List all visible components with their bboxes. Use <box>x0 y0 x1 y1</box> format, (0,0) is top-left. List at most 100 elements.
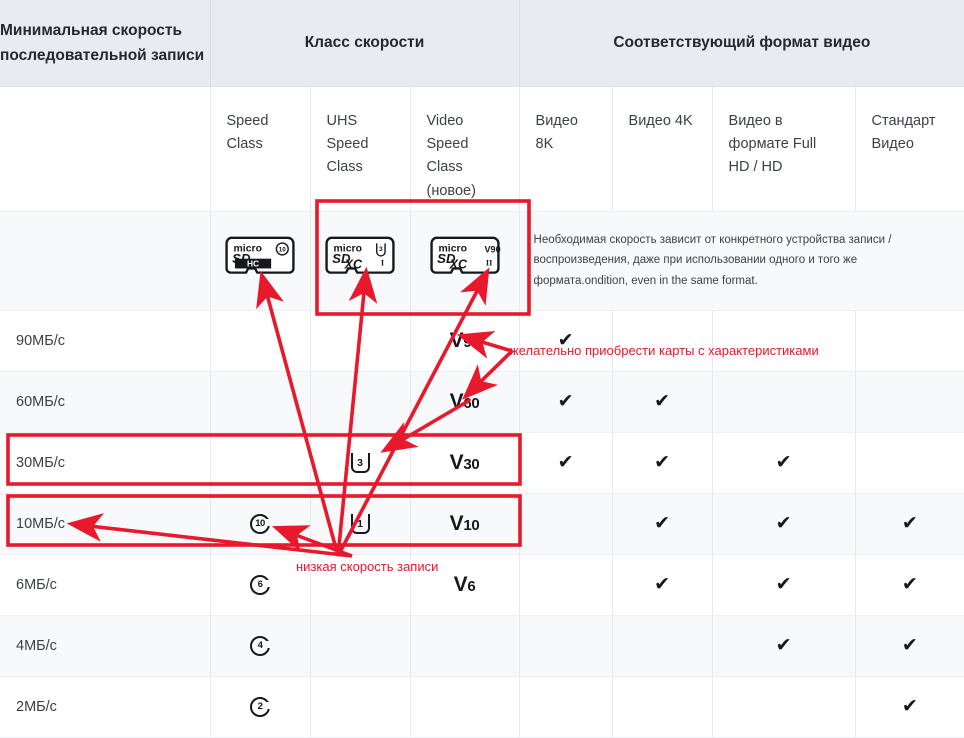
row-video-8k <box>519 493 613 555</box>
column-header-speed-class: Speed Class <box>210 86 311 212</box>
column-header-video-fullhd: Видео в формате Full HD / HD <box>712 86 856 212</box>
speed-class-number: 10 <box>255 517 265 529</box>
row-speed-class: 10 <box>210 493 311 555</box>
row-video-standard <box>855 310 964 372</box>
uhs-speed-class-badge-1: 1 <box>350 513 370 534</box>
row-video-fullhd: ✔ <box>712 432 856 494</box>
row-min-write-speed: 4МБ/с <box>0 615 211 677</box>
card-cell-speed-class: micro SD HC 10 <box>210 211 311 311</box>
row-video-fullhd: ✔ <box>712 493 856 555</box>
row-video-standard: ✔ <box>855 554 964 616</box>
table-group-header-row: Минимальная скорость последовательной за… <box>0 0 964 87</box>
table-row: 6МБ/с 6 V6 ✔ ✔ ✔ <box>0 554 964 616</box>
check-icon: ✔ <box>775 635 792 656</box>
table-row: 60МБ/с V60 ✔ ✔ <box>0 371 964 433</box>
check-icon: ✔ <box>901 574 918 595</box>
row-video-4k <box>612 310 713 372</box>
video-class-v-letter: V <box>449 329 464 352</box>
row-video-standard <box>855 371 964 433</box>
card-row-blank <box>0 211 211 311</box>
speed-class-badge-2: 2 <box>250 696 271 717</box>
row-video-4k: ✔ <box>612 432 713 494</box>
column-header-video-4k: Видео 4K <box>612 86 713 212</box>
group-header-video-format: Соответствующий формат видео <box>519 0 964 87</box>
video-class-number: 6 <box>467 578 476 595</box>
video-speed-class-badge-V90: V90 <box>450 330 480 351</box>
check-icon: ✔ <box>557 330 574 351</box>
row-video-4k <box>612 676 713 738</box>
row-video-standard <box>855 432 964 494</box>
table-row: 10МБ/с 10 1 V10 ✔ ✔ ✔ <box>0 493 964 555</box>
check-icon: ✔ <box>901 696 918 717</box>
row-min-write-speed: 60МБ/с <box>0 371 211 433</box>
video-class-v-letter: V <box>449 451 464 474</box>
video-class-number: 90 <box>463 334 480 351</box>
row-video-speed-class <box>410 615 520 677</box>
speed-class-table-page: Минимальная скорость последовательной за… <box>0 0 964 738</box>
row-video-speed-class: V30 <box>410 432 520 494</box>
microsd-xc-v90-card: micro SD XC V90 II <box>426 230 504 286</box>
svg-text:HC: HC <box>247 259 259 269</box>
check-icon: ✔ <box>654 391 670 412</box>
video-speed-class-badge-V10: V10 <box>450 513 480 534</box>
microsd-card-graphic: microSDHC10 <box>225 236 295 274</box>
row-uhs-speed-class <box>310 676 411 738</box>
row-video-standard: ✔ <box>855 615 964 677</box>
svg-text:II: II <box>485 259 492 268</box>
video-class-number: 60 <box>463 395 480 412</box>
row-video-8k: ✔ <box>519 371 613 433</box>
row-min-write-speed: 6МБ/с <box>0 554 211 616</box>
sd-speed-class-table: Минимальная скорость последовательной за… <box>0 0 964 738</box>
speed-class-badge-6: 6 <box>250 574 271 595</box>
row-video-standard: ✔ <box>855 676 964 738</box>
row-video-speed-class <box>410 676 520 738</box>
row-uhs-speed-class: 1 <box>310 493 411 555</box>
row-video-4k: ✔ <box>612 554 713 616</box>
row-speed-class <box>210 310 311 372</box>
column-header-video-speed-class: Video Speed Class (новое) <box>410 86 520 212</box>
table-row: 4МБ/с 4 ✔ ✔ <box>0 615 964 677</box>
row-video-speed-class: V6 <box>410 554 520 616</box>
row-speed-class <box>210 432 311 494</box>
row-uhs-speed-class <box>310 371 411 433</box>
row-speed-class: 4 <box>210 615 311 677</box>
card-cell-uhs-class: micro SD XC 3 I <box>310 211 411 311</box>
check-icon: ✔ <box>557 391 574 412</box>
row-video-fullhd: ✔ <box>712 615 856 677</box>
svg-text:XC: XC <box>344 257 363 271</box>
svg-text:XC: XC <box>448 257 467 271</box>
table-row: 30МБ/с 3 V30 ✔ ✔ ✔ <box>0 432 964 494</box>
video-speed-class-badge-V6: V6 <box>454 574 476 595</box>
row-video-speed-class: V60 <box>410 371 520 433</box>
check-icon: ✔ <box>775 574 792 595</box>
row-video-fullhd: ✔ <box>712 554 856 616</box>
column-header-uhs-speed-class: UHS Speed Class <box>310 86 411 212</box>
column-header-video-8k: Видео 8K <box>519 86 613 212</box>
row-video-8k <box>519 676 613 738</box>
column-header-video-standard: Стандарт Видео <box>855 86 964 212</box>
row-video-8k <box>519 554 613 616</box>
speed-class-badge-4: 4 <box>250 635 271 656</box>
check-icon: ✔ <box>775 452 792 473</box>
row-speed-class: 2 <box>210 676 311 738</box>
speed-class-badge-10: 10 <box>250 513 271 534</box>
table-row: 2МБ/с 2 ✔ <box>0 676 964 738</box>
uhs-class-number: 1 <box>357 517 363 530</box>
table-card-image-row: micro SD HC 10 micro SD XC 3 I micro SD XC V90 II Н… <box>0 211 964 311</box>
row-video-8k: ✔ <box>519 310 613 372</box>
svg-text:10: 10 <box>279 247 286 254</box>
group-header-min-write-speed: Минимальная скорость последовательной за… <box>0 0 211 87</box>
video-class-number: 10 <box>463 517 480 534</box>
check-icon: ✔ <box>654 574 670 595</box>
row-video-8k <box>519 615 613 677</box>
speed-class-number: 4 <box>257 639 263 651</box>
row-uhs-speed-class <box>310 310 411 372</box>
row-video-speed-class: V10 <box>410 493 520 555</box>
row-speed-class: 6 <box>210 554 311 616</box>
video-class-number: 30 <box>463 456 480 473</box>
row-video-4k <box>612 615 713 677</box>
row-speed-class <box>210 371 311 433</box>
check-icon: ✔ <box>557 452 574 473</box>
uhs-speed-class-badge-3: 3 <box>350 452 370 473</box>
video-class-v-letter: V <box>449 390 464 413</box>
